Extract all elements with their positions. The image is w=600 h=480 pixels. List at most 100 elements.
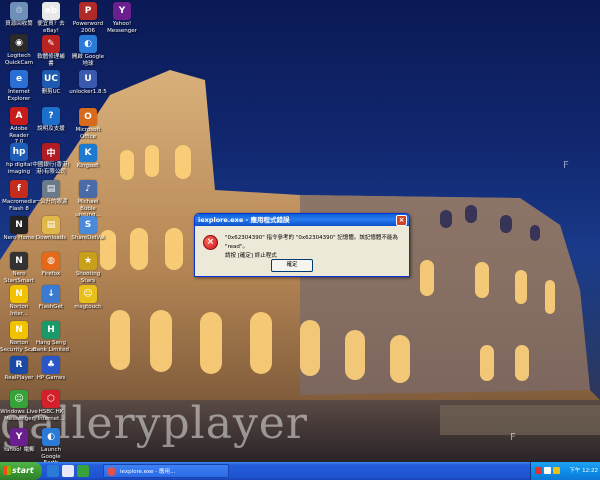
- desktop-icon-image: N: [10, 216, 28, 234]
- desktop-icon[interactable]: H Hang Seng Bank Limited: [32, 321, 70, 353]
- desktop-icon[interactable]: ✎ 軟體修理補 書: [32, 35, 70, 67]
- desktop-icon[interactable]: S ShareDelVal: [69, 216, 107, 242]
- task-label: iexplore.exe - 應用...: [120, 469, 176, 475]
- ie-quicklaunch-icon[interactable]: [47, 465, 59, 477]
- desktop-icon-label: unlocker1.8.5: [69, 89, 107, 95]
- desktop-icon-image: K: [79, 144, 97, 162]
- windows-flag-icon: [3, 466, 11, 475]
- desktop-icon-label: Launch Google Earth: [41, 447, 61, 462]
- desktop-icon-image: ◍: [42, 252, 60, 270]
- desktop-icon[interactable]: ★ Shooting Stars: [69, 252, 107, 284]
- desktop-icon-label: 刪剪UC: [41, 89, 61, 95]
- dialog-message-line2: 請按 [確定] 終止程式: [225, 253, 277, 259]
- desktop-icon-label: Shooting Stars: [75, 271, 101, 284]
- desktop-icon-label: msgtouch: [74, 304, 102, 310]
- desktop-icon[interactable]: K Kingsoft: [69, 144, 107, 170]
- desktop-icon-image: N: [10, 285, 28, 303]
- desktop-icon-image: ▤: [42, 216, 60, 234]
- desktop-icon-label: 一公升的眼淚: [34, 199, 68, 205]
- desktop: galleryplayer F F ♲ 資源回收筒 ◉ Logitech QuickC…: [0, 0, 600, 462]
- desktop-icon-image: ↓: [42, 285, 60, 303]
- desktop-icon-image: ☺: [10, 390, 28, 408]
- desktop-icon-label: Yahoo! Messenger: [107, 21, 137, 34]
- desktop-icon-label: 開啟 Google 地球: [71, 54, 105, 67]
- desktop-icon-image: hp: [10, 143, 28, 161]
- desktop-icon-label: HSBC HK Internet...: [37, 409, 65, 422]
- desktop-icon-image: ✎: [42, 35, 60, 53]
- error-dialog: iexplore.exe - 應用程式錯誤 × × "0x62304390" 指…: [194, 213, 410, 277]
- desktop-icon-label: Powerword 2006: [72, 21, 104, 34]
- desktop-icon-image: S: [79, 216, 97, 234]
- desktop-icon[interactable]: UC 刪剪UC: [32, 70, 70, 96]
- show-desktop-icon[interactable]: [62, 465, 74, 477]
- desktop-icon-image: ▤: [42, 180, 60, 198]
- edge-letter: F: [510, 432, 516, 443]
- desktop-icon-label: Kingsoft: [76, 163, 100, 169]
- desktop-icon-image: R: [10, 356, 28, 374]
- desktop-icon-image: ♲: [10, 2, 28, 20]
- desktop-icon-label: Microsoft Office: [75, 127, 101, 140]
- desktop-icon-label: 便宜買？去 eBay!: [37, 21, 65, 34]
- desktop-icon[interactable]: ◐ 開啟 Google 地球: [69, 35, 107, 67]
- desktop-icon[interactable]: ◍ Firefox: [32, 252, 70, 278]
- ok-button[interactable]: 確定: [271, 259, 313, 272]
- desktop-icon[interactable]: ↓ FlashGet: [32, 285, 70, 311]
- desktop-icon-image: e: [10, 70, 28, 88]
- desktop-icon-image: ◐: [42, 428, 60, 446]
- dialog-message: "0x62304390" 指令參考的 "0x62304390" 記憶體。該記憶體…: [225, 234, 403, 261]
- desktop-icon[interactable]: ▤ 一公升的眼淚: [32, 180, 70, 206]
- desktop-icon-image: eb: [42, 2, 60, 20]
- desktop-icon[interactable]: ▤ Downloads: [32, 216, 70, 242]
- tray-speaker-icon[interactable]: [553, 467, 560, 474]
- desktop-icon-image: ◉: [10, 34, 28, 52]
- desktop-icon-image: N: [10, 252, 28, 270]
- desktop-icon-label: 軟體修理補 書: [37, 54, 65, 67]
- desktop-icon-label: HP Games: [36, 375, 66, 381]
- error-app-icon: [107, 467, 116, 476]
- desktop-icon-label: Hang Seng Bank Limited: [32, 340, 70, 353]
- close-icon[interactable]: ×: [396, 215, 407, 226]
- dialog-message-line1: "0x62304390" 指令參考的 "0x62304390" 記憶體。該記憶體…: [225, 235, 398, 250]
- messenger-quicklaunch-icon[interactable]: [77, 465, 89, 477]
- desktop-icon-image: Y: [10, 428, 28, 446]
- desktop-icon-image: ⬡: [42, 390, 60, 408]
- desktop-icon[interactable]: ♪ Michael Buble unsung...: [69, 180, 107, 219]
- desktop-icon-image: P: [79, 2, 97, 20]
- desktop-icon-image: ♪: [79, 180, 97, 198]
- desktop-icon-image: Y: [113, 2, 131, 20]
- desktop-icon[interactable]: ♣ HP Games: [32, 356, 70, 382]
- desktop-icon[interactable]: ☺ msgtouch: [69, 285, 107, 311]
- desktop-icon-image: ☺: [79, 285, 97, 303]
- desktop-icon-image: N: [10, 321, 28, 339]
- start-button[interactable]: start: [0, 462, 42, 480]
- desktop-icon[interactable]: O Microsoft Office: [69, 108, 107, 140]
- desktop-icon-label: Firefox: [41, 271, 61, 277]
- desktop-icon[interactable]: 中中國銀行(香港) 港)有限公司: [32, 143, 70, 175]
- system-tray: 下午 12:22: [530, 462, 600, 480]
- desktop-icon[interactable]: eb 便宜買？去 eBay!: [32, 2, 70, 34]
- dialog-title-bar[interactable]: iexplore.exe - 應用程式錯誤 ×: [195, 214, 409, 226]
- desktop-icon[interactable]: Uunlocker1.8.5: [69, 70, 107, 96]
- desktop-icon-image: ?: [42, 107, 60, 125]
- tray-shield-icon[interactable]: [535, 467, 542, 474]
- desktop-icon[interactable]: ◐Launch Google Earth: [32, 428, 70, 462]
- desktop-icon-image: A: [10, 107, 28, 125]
- tray-k-icon[interactable]: [544, 467, 551, 474]
- desktop-icon[interactable]: ⬡ HSBC HK Internet...: [32, 390, 70, 422]
- desktop-icon-label: 中國銀行(香港) 港)有限公司: [32, 162, 70, 175]
- desktop-icon-image: ★: [79, 252, 97, 270]
- desktop-icon[interactable]: Y Yahoo! Messenger: [103, 2, 141, 34]
- desktop-icon-image: 中: [42, 143, 60, 161]
- clock: 下午 12:22: [569, 468, 598, 474]
- desktop-icon[interactable]: P Powerword 2006: [69, 2, 107, 34]
- desktop-icon-image: ◐: [79, 35, 97, 53]
- desktop-icon-image: UC: [42, 70, 60, 88]
- desktop-icon-label: Downloads: [35, 235, 67, 241]
- desktop-icon-image: U: [79, 70, 97, 88]
- task-iexplore[interactable]: iexplore.exe - 應用...: [103, 464, 229, 478]
- desktop-icon-image: O: [79, 108, 97, 126]
- desktop-icon-label: FlashGet: [38, 304, 64, 310]
- start-label: start: [12, 466, 34, 475]
- desktop-icon[interactable]: ? 說明及支援: [32, 107, 70, 133]
- taskbar: start iexplore.exe - 應用... 下午 12:22: [0, 462, 600, 480]
